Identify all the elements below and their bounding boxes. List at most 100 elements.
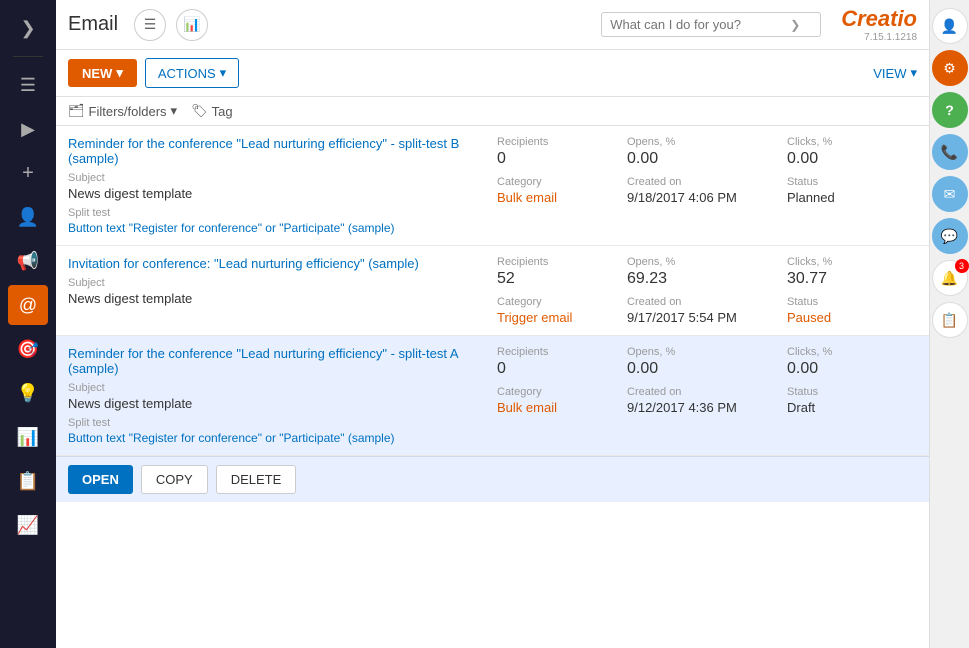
actions-button[interactable]: ACTIONS ▾: [145, 58, 239, 88]
recipients-value: 0: [497, 360, 627, 378]
subject-value: News digest template: [68, 291, 497, 306]
view-button-arrow: ▾: [910, 65, 917, 81]
logo-version: 7.15.1.1218: [841, 32, 917, 43]
clicks-label: Clicks, %: [787, 256, 917, 268]
search-input[interactable]: [610, 17, 790, 32]
subject-label: Subject: [68, 382, 497, 394]
status-value: Paused: [787, 310, 917, 325]
subject-label: Subject: [68, 172, 497, 184]
split-test-value[interactable]: Button text "Register for conference" or…: [68, 221, 497, 235]
subject-value: News digest template: [68, 186, 497, 201]
page-title: Email: [68, 13, 118, 36]
clicks-label: Clicks, %: [787, 136, 917, 148]
clipboard-icon[interactable]: 📋: [932, 302, 968, 338]
recipients-value: 52: [497, 270, 627, 288]
row-main-col: Invitation for conference: "Lead nurturi…: [68, 256, 497, 325]
recipients-label: Recipients: [497, 136, 627, 148]
recipients-label: Recipients: [497, 256, 627, 268]
phone-icon[interactable]: 📞: [932, 134, 968, 170]
table-row[interactable]: Reminder for the conference "Lead nurtur…: [56, 336, 929, 456]
opens-col: Opens, % 0.00 Created on 9/12/2017 4:36 …: [627, 346, 787, 445]
nav-divider: [13, 56, 43, 57]
status-label: Status: [787, 386, 917, 398]
filters-folders-arrow: ▾: [171, 103, 178, 119]
filters-folders-label: Filters/folders: [89, 104, 167, 119]
main-content: Email ☰ 📊 ❯ Creatio 7.15.1.1218 NEW ▾ AC…: [56, 0, 929, 648]
nav-analytics-icon[interactable]: 📊: [8, 417, 48, 457]
settings-icon[interactable]: ⚙: [932, 50, 968, 86]
opens-label: Opens, %: [627, 256, 787, 268]
created-value: 9/18/2017 4:06 PM: [627, 190, 787, 205]
subject-value: News digest template: [68, 396, 497, 411]
split-test-label: Split test: [68, 417, 497, 429]
nav-menu-icon[interactable]: ☰: [8, 65, 48, 105]
filters-folders-item[interactable]: 🗂 Filters/folders ▾: [68, 103, 177, 119]
nav-add-icon[interactable]: +: [8, 153, 48, 193]
category-value: Trigger email: [497, 310, 627, 325]
nav-list-icon[interactable]: 📋: [8, 461, 48, 501]
created-label: Created on: [627, 296, 787, 308]
nav-broadcast-icon[interactable]: 📢: [8, 241, 48, 281]
copy-button[interactable]: COPY: [141, 465, 208, 494]
view-button[interactable]: VIEW ▾: [873, 65, 917, 81]
help-icon[interactable]: ?: [932, 92, 968, 128]
view-button-label: VIEW: [873, 66, 906, 81]
profile-icon[interactable]: 👤: [932, 8, 968, 44]
top-bar: Email ☰ 📊 ❯ Creatio 7.15.1.1218: [56, 0, 929, 50]
split-test-value[interactable]: Button text "Register for conference" or…: [68, 431, 497, 445]
opens-label: Opens, %: [627, 346, 787, 358]
table-row[interactable]: Invitation for conference: "Lead nurturi…: [56, 246, 929, 336]
actions-button-arrow: ▾: [220, 65, 227, 81]
clicks-value: 0.00: [787, 360, 917, 378]
chart-view-toggle[interactable]: 📊: [176, 9, 208, 41]
status-label: Status: [787, 296, 917, 308]
notification-badge: 3: [955, 259, 969, 273]
delete-button[interactable]: DELETE: [216, 465, 297, 494]
clicks-value: 0.00: [787, 150, 917, 168]
tag-label: Tag: [212, 104, 233, 119]
category-label: Category: [497, 176, 627, 188]
tag-item[interactable]: 🏷 Tag: [191, 103, 232, 119]
created-value: 9/17/2017 5:54 PM: [627, 310, 787, 325]
clicks-label: Clicks, %: [787, 346, 917, 358]
nav-play-icon[interactable]: ▶: [8, 109, 48, 149]
email-title[interactable]: Invitation for conference: "Lead nurturi…: [68, 256, 497, 271]
action-bar: NEW ▾ ACTIONS ▾ VIEW ▾: [56, 50, 929, 97]
created-label: Created on: [627, 176, 787, 188]
category-label: Category: [497, 386, 627, 398]
notifications-icon[interactable]: 🔔 3: [932, 260, 968, 296]
list-view-toggle[interactable]: ☰: [134, 9, 166, 41]
actions-button-label: ACTIONS: [158, 66, 216, 81]
filter-icon: 🗂: [68, 103, 85, 119]
recipients-col: Recipients 0 Category Bulk email: [497, 136, 627, 235]
row-main-col: Reminder for the conference "Lead nurtur…: [68, 136, 497, 235]
opens-col: Opens, % 0.00 Created on 9/18/2017 4:06 …: [627, 136, 787, 235]
email-title[interactable]: Reminder for the conference "Lead nurtur…: [68, 136, 497, 166]
clicks-value: 30.77: [787, 270, 917, 288]
open-button[interactable]: OPEN: [68, 465, 133, 494]
nav-user-icon[interactable]: 👤: [8, 197, 48, 237]
tag-icon: 🏷: [191, 103, 208, 119]
subject-label: Subject: [68, 277, 497, 289]
opens-value: 0.00: [627, 150, 787, 168]
recipients-col: Recipients 52 Category Trigger email: [497, 256, 627, 325]
email-title[interactable]: Reminder for the conference "Lead nurtur…: [68, 346, 497, 376]
category-label: Category: [497, 296, 627, 308]
split-test-label: Split test: [68, 207, 497, 219]
nav-expand-icon[interactable]: ❯: [8, 8, 48, 48]
nav-idea-icon[interactable]: 💡: [8, 373, 48, 413]
status-value: Planned: [787, 190, 917, 205]
table-row[interactable]: Reminder for the conference "Lead nurtur…: [56, 126, 929, 246]
new-button[interactable]: NEW ▾: [68, 59, 137, 87]
mail-icon[interactable]: ✉: [932, 176, 968, 212]
category-value: Bulk email: [497, 190, 627, 205]
search-bar[interactable]: ❯: [601, 12, 821, 37]
opens-label: Opens, %: [627, 136, 787, 148]
nav-target-icon[interactable]: 🎯: [8, 329, 48, 369]
chat-icon[interactable]: 💬: [932, 218, 968, 254]
category-value: Bulk email: [497, 400, 627, 415]
right-sidebar: 👤 ⚙ ? 📞 ✉ 💬 🔔 3 📋: [929, 0, 969, 648]
nav-chart-icon[interactable]: 📈: [8, 505, 48, 545]
status-value: Draft: [787, 400, 917, 415]
nav-email-icon[interactable]: @: [8, 285, 48, 325]
